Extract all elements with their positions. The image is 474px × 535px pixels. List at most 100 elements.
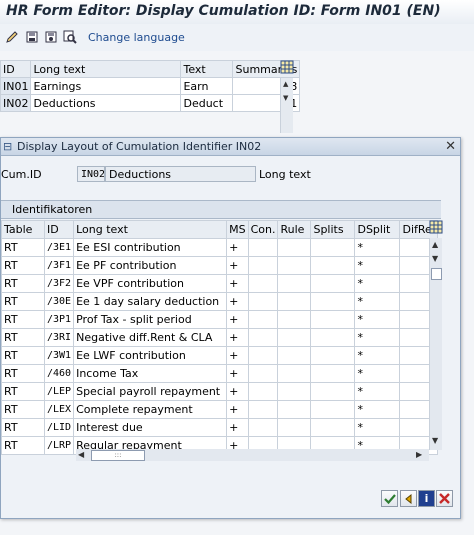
cell-dsplit[interactable]: * [354,310,401,329]
cell-rule[interactable] [277,238,312,257]
info-icon[interactable]: i [418,490,435,507]
cell-dsplit[interactable]: * [354,328,401,347]
cell-table[interactable]: RT [1,256,45,275]
column-header-dsplit[interactable]: DSplit [354,220,401,239]
cell-id[interactable]: /30E [43,292,75,311]
cell-rule[interactable] [277,274,312,293]
cell-ms[interactable]: + [226,346,249,365]
cell-splits[interactable] [310,418,356,437]
cell-con[interactable] [247,238,279,257]
cell-rule[interactable] [277,400,312,419]
cell-table[interactable]: RT [1,274,45,293]
cell-dsplit[interactable]: * [354,382,401,401]
cell-splits[interactable] [310,382,356,401]
cell-con[interactable] [247,328,279,347]
scroll-thumb[interactable] [431,268,442,280]
horizontal-scrollbar[interactable]: ◀ ::: ▶ [76,449,429,461]
cell-table[interactable]: RT [1,436,45,455]
scroll-up-icon[interactable]: ▲ [283,80,288,88]
cell-splits[interactable] [310,328,356,347]
cell-splits[interactable] [310,310,356,329]
cell-id[interactable]: /LEX [43,400,75,419]
cell-table[interactable]: RT [1,346,45,365]
cell-table[interactable]: RT [1,364,45,383]
table-row[interactable]: RT/LID Interest due + * [1,418,438,437]
cell-ms[interactable]: + [226,418,249,437]
horizontal-scroll-thumb[interactable]: ::: [91,450,145,461]
cell-rule[interactable] [277,346,312,365]
cell-dsplit[interactable]: * [354,364,401,383]
cell-con[interactable] [247,418,279,437]
cell-ms[interactable]: + [226,310,249,329]
cell-long-text[interactable]: Negative diff.Rent & CLA [73,328,228,347]
cell-rule[interactable] [277,382,312,401]
table-row[interactable]: RT/LEX Complete repayment + * [1,400,438,419]
cell-ms[interactable]: + [226,400,249,419]
cell-long-text[interactable]: Ee ESI contribution [73,238,228,257]
cell-splits[interactable] [310,274,356,293]
cell-long-text[interactable]: Complete repayment [73,400,228,419]
table-row[interactable]: RT/460 Income Tax + * [1,364,438,383]
column-header-splits[interactable]: Splits [310,220,356,239]
table-row[interactable]: RT/3P1 Prof Tax - split period + * [1,310,438,329]
check-icon[interactable] [381,490,398,507]
cell-dsplit[interactable]: * [354,346,401,365]
cell-splits[interactable] [310,238,356,257]
scroll-up-icon[interactable]: ▲ [432,240,438,249]
cell-con[interactable] [247,382,279,401]
cell-long-text[interactable]: Ee PF contribution [73,256,228,275]
cell-splits[interactable] [310,364,356,383]
scroll-right-icon[interactable]: ▶ [416,450,422,459]
cell-con[interactable] [247,310,279,329]
cell-long-text[interactable]: Special payroll repayment [73,382,228,401]
vertical-scrollbar[interactable]: ▲ ▼ ▼ [429,238,442,450]
cell-long-text[interactable]: Ee 1 day salary deduction [73,292,228,311]
cell-dsplit[interactable]: * [354,418,401,437]
cell-ms[interactable]: + [226,382,249,401]
cell-id[interactable]: /460 [43,364,75,383]
cell-dsplit[interactable]: * [354,400,401,419]
column-header-rule[interactable]: Rule [277,220,312,239]
cell-rule[interactable] [277,328,312,347]
cell-ms[interactable]: + [226,328,249,347]
change-language-button[interactable]: Change language [88,31,185,44]
cell-id[interactable]: /3F2 [43,274,75,293]
cell-con[interactable] [247,400,279,419]
cell-ms[interactable]: + [226,274,249,293]
column-header-text[interactable]: Text [180,60,234,78]
scroll-left-icon[interactable]: ◀ [78,450,84,459]
cell-id[interactable]: /LID [43,418,75,437]
cell-id[interactable]: /3W1 [43,346,75,365]
cell-ms[interactable]: + [226,364,249,383]
table-row[interactable]: IN02 Deductions Deduct 1 [0,94,301,112]
table-row[interactable]: RT/3F1 Ee PF contribution + * [1,256,438,275]
table-row[interactable]: IN01 Earnings Earn 28 [0,77,301,95]
cell-id[interactable]: /3E1 [43,238,75,257]
table-row[interactable]: RT/3RI Negative diff.Rent & CLA + * [1,328,438,347]
cell-rule[interactable] [277,310,312,329]
scroll-bottom-icon[interactable]: ▼ [432,436,438,445]
cell-rule[interactable] [277,418,312,437]
table-row[interactable]: RT/3F2 Ee VPF contribution + * [1,274,438,293]
table-row[interactable]: RT/LEP Special payroll repayment + * [1,382,438,401]
cell-long-text[interactable]: Ee LWF contribution [73,346,228,365]
cell-table[interactable]: RT [1,382,45,401]
cell-table[interactable]: RT [1,418,45,437]
cell-dsplit[interactable]: * [354,256,401,275]
table-row[interactable]: RT/30E Ee 1 day salary deduction + * [1,292,438,311]
column-header-long-text[interactable]: Long text [30,60,182,78]
cell-ms[interactable]: + [226,238,249,257]
cell-dsplit[interactable]: * [354,238,401,257]
cell-id[interactable]: IN01 [0,77,32,95]
cell-con[interactable] [247,292,279,311]
cell-splits[interactable] [310,400,356,419]
cell-long-text[interactable]: Ee VPF contribution [73,274,228,293]
column-header-id[interactable]: ID [43,220,75,239]
cell-long-text[interactable]: Interest due [73,418,228,437]
cell-long-text[interactable]: Earnings [30,77,182,95]
back-icon[interactable] [400,490,417,507]
cell-id[interactable]: /LEP [43,382,75,401]
cell-splits[interactable] [310,346,356,365]
cell-con[interactable] [247,364,279,383]
cell-con[interactable] [247,346,279,365]
